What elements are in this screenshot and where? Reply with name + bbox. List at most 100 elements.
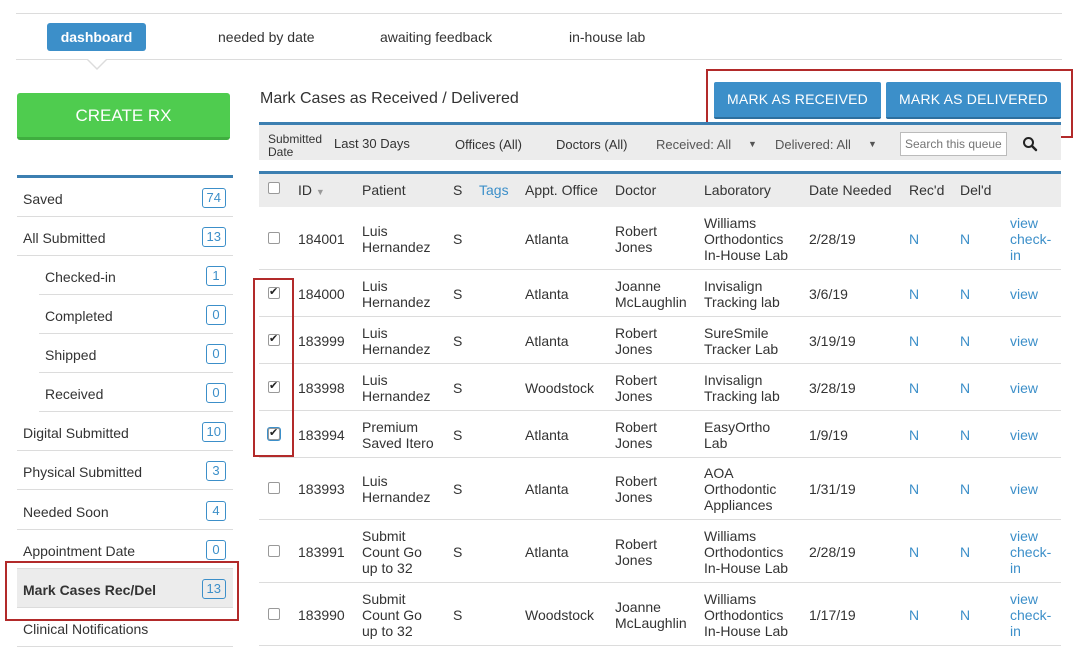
case-id: 183990 [298,606,345,623]
delivered-toggle[interactable]: N [960,544,970,560]
column-header-laboratory: Laboratory [704,182,771,198]
delivered-filter[interactable]: Delivered: All [775,137,851,152]
count-badge: 0 [206,383,226,403]
appt-office: Atlanta [525,543,569,560]
row-actions[interactable]: view [1010,380,1038,396]
sidebar-item-0[interactable]: Saved 74 [17,178,233,217]
delivered-toggle[interactable]: N [960,380,970,396]
doctor-name: Robert Jones [615,222,658,255]
delivered-toggle[interactable]: N [960,333,970,349]
case-id: 184001 [298,230,345,247]
delivered-toggle[interactable]: N [960,427,970,443]
count-badge: 0 [206,305,226,325]
status-s: S [453,285,463,302]
sidebar-item-3[interactable]: Completed 0 [39,295,233,334]
row-actions[interactable]: view check-in [1010,215,1051,263]
tab-awaiting-feedback[interactable]: awaiting feedback [380,23,492,51]
row-actions[interactable]: view [1010,286,1038,302]
row-actions[interactable]: view check-in [1010,528,1051,576]
column-header-id[interactable]: ID ▼ [298,182,325,198]
date-needed: 1/9/19 [809,426,848,443]
received-filter[interactable]: Received: All [656,137,731,152]
received-toggle[interactable]: N [909,481,919,497]
highlight-box [5,561,239,621]
doctor-name: Joanne McLaughlin [615,277,687,310]
sidebar-item-4[interactable]: Shipped 0 [39,334,233,373]
laboratory: Invisalign Tracking lab [704,277,780,310]
tab-dashboard[interactable]: dashboard [47,23,146,51]
delivered-toggle[interactable]: N [960,607,970,623]
appt-office: Atlanta [525,332,569,349]
tab-needed-by-date[interactable]: needed by date [218,23,315,51]
sidebar-item-1[interactable]: All Submitted 13 [17,217,233,256]
count-badge: 1 [206,266,226,286]
date-needed: 2/28/19 [809,230,856,247]
appt-office: Atlanta [525,426,569,443]
create-rx-button[interactable]: CREATE RX [17,93,230,140]
status-s: S [453,379,463,396]
delivered-filter-value: All [836,137,851,152]
column-header-tags[interactable]: Tags [479,182,509,198]
row-checkbox[interactable] [268,482,280,494]
submitted-date-filter[interactable]: Last 30 Days [334,136,410,151]
appt-office: Atlanta [525,481,569,497]
laboratory: AOA Orthodontic Appliances [704,465,777,513]
sidebar-item-7[interactable]: Physical Submitted 3 [17,451,233,490]
sidebar-item-8[interactable]: Needed Soon 4 [17,491,233,530]
row-actions[interactable]: view check-in [1010,591,1051,639]
count-badge: 10 [201,422,226,442]
case-id: 183999 [298,332,345,349]
received-toggle[interactable]: N [909,231,919,247]
case-id: 183993 [298,481,345,497]
top-divider [16,13,1062,14]
date-needed: 3/19/19 [809,332,856,349]
column-header-recd: Rec'd [909,182,945,198]
delivered-toggle[interactable]: N [960,231,970,247]
search-icon[interactable] [1022,136,1038,152]
received-toggle[interactable]: N [909,427,919,443]
laboratory: Williams Orthodontics In-House Lab [704,590,789,639]
delivered-toggle[interactable]: N [960,286,970,302]
sidebar-item-label: Needed Soon [23,504,109,520]
select-all-checkbox[interactable] [268,182,280,194]
count-badge: 13 [201,227,226,247]
date-needed: 1/31/19 [809,481,856,497]
tab-in-house-lab[interactable]: in-house lab [569,23,645,51]
status-s: S [453,426,463,443]
search-input[interactable] [900,132,1007,156]
column-header-office: Appt. Office [525,182,598,198]
status-s: S [453,543,463,560]
received-toggle[interactable]: N [909,333,919,349]
delivered-toggle[interactable]: N [960,481,970,497]
sidebar-item-6[interactable]: Digital Submitted 10 [17,412,233,451]
row-checkbox[interactable] [268,607,280,620]
chevron-down-icon: ▼ [748,139,757,149]
received-toggle[interactable]: N [909,544,919,560]
laboratory: EasyOrtho Lab [704,418,771,451]
appt-office: Atlanta [525,285,569,302]
laboratory: Williams Orthodontics In-House Lab [704,527,789,576]
laboratory: Williams Orthodontics In-House Lab [704,214,789,263]
received-toggle[interactable]: N [909,607,919,623]
sidebar-item-label: Received [45,386,104,402]
row-actions[interactable]: view [1010,481,1038,497]
patient-name: Premium Saved Itero [362,418,434,451]
date-needed: 3/28/19 [809,379,856,396]
offices-filter[interactable]: Offices (All) [455,137,522,152]
doctors-filter[interactable]: Doctors (All) [556,137,628,152]
sidebar-item-label: Saved [23,191,63,207]
appt-office: Atlanta [525,230,569,247]
row-checkbox[interactable] [268,544,280,557]
count-badge: 4 [206,501,226,521]
case-id: 183994 [298,426,345,443]
column-header-patient: Patient [362,182,406,198]
row-checkbox[interactable] [268,231,280,244]
appt-office: Woodstock [525,379,594,396]
received-toggle[interactable]: N [909,286,919,302]
received-toggle[interactable]: N [909,380,919,396]
nav-divider [16,59,1062,60]
row-actions[interactable]: view [1010,333,1038,349]
sidebar-item-2[interactable]: Checked-in 1 [39,256,233,295]
row-actions[interactable]: view [1010,427,1038,443]
sidebar-item-5[interactable]: Received 0 [39,373,233,412]
